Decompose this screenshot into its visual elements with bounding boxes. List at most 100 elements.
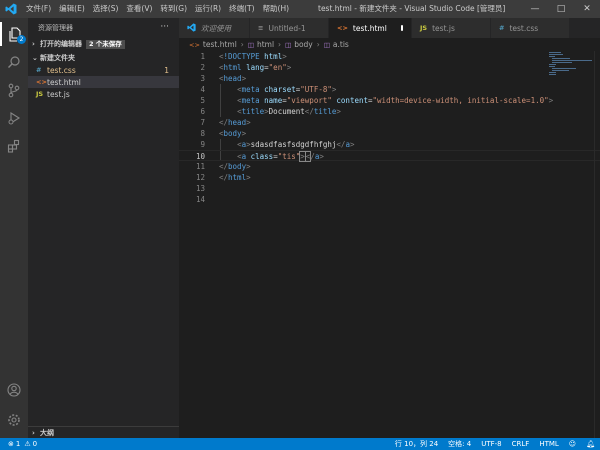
error-icon: ⊗ <box>8 440 14 448</box>
code-line[interactable]: 9 <a>sdasdfasfsdgdfhfghj</a> <box>179 139 600 150</box>
menu-file[interactable]: 文件(F) <box>22 0 55 18</box>
tab-test-html[interactable]: <> test.html <box>329 18 412 38</box>
line-code: <head> <box>219 74 247 83</box>
menu-view[interactable]: 查看(V) <box>122 0 156 18</box>
line-code: <meta charset="UTF-8"> <box>237 85 337 94</box>
minimap[interactable] <box>549 51 593 81</box>
indentation[interactable]: 空格: 4 <box>443 438 476 450</box>
code-line[interactable]: 1 <!DOCTYPE html> <box>179 51 600 62</box>
line-number: 5 <box>200 96 205 105</box>
problems-indicator[interactable]: ⊗ 1 ⚠ 0 <box>0 440 37 448</box>
outline-section[interactable]: › 大纲 <box>28 426 179 438</box>
activity-bar: 2 <box>0 18 28 438</box>
search-icon[interactable] <box>0 50 28 74</box>
warning-icon: ⚠ <box>24 440 31 448</box>
code-editor[interactable]: 1 <!DOCTYPE html> 2 <html lang="en"> 3 <head>… <box>179 51 600 438</box>
code-line[interactable]: 3 <head> <box>179 73 600 84</box>
file-name: test.html <box>47 77 81 87</box>
element-icon: ◫ <box>247 40 254 49</box>
open-editors-section[interactable]: › 打开的编辑器 2 个未保存 <box>28 38 179 50</box>
breadcrumb-file[interactable]: test.html <box>203 40 237 49</box>
css-file-icon: # <box>36 66 42 74</box>
folder-label: 新建文件夹 <box>40 54 75 62</box>
explorer-icon[interactable]: 2 <box>0 22 28 46</box>
menu-help[interactable]: 帮助(H) <box>259 0 294 18</box>
line-code: <body> <box>219 129 247 138</box>
breadcrumb-separator: › <box>240 40 244 49</box>
vertical-scrollbar[interactable] <box>594 51 600 438</box>
line-number: 13 <box>195 184 205 193</box>
code-line[interactable]: 2 <html lang="en"> <box>179 62 600 73</box>
menu-selection[interactable]: 选择(S) <box>89 0 123 18</box>
line-code: <a>sdasdfasfsdgdfhfghj</a> <box>237 140 355 149</box>
breadcrumb-body[interactable]: body <box>294 40 313 49</box>
window-controls: — □ ✕ <box>522 0 600 18</box>
code-line[interactable]: 5 <meta name="viewport" content="width=d… <box>179 95 600 106</box>
unsaved-badge: 2 个未保存 <box>86 39 125 49</box>
code-line[interactable]: 12 </html> <box>179 172 600 183</box>
code-line[interactable]: 6 <title>Document</title> <box>179 106 600 117</box>
chevron-right-icon: › <box>32 428 35 437</box>
code-line[interactable]: 7 </head> <box>179 117 600 128</box>
html-file-icon: <> <box>36 78 47 86</box>
menu-edit[interactable]: 编辑(E) <box>55 0 89 18</box>
menu-terminal[interactable]: 终端(T) <box>225 0 258 18</box>
line-number: 2 <box>200 63 205 72</box>
line-number: 12 <box>195 173 205 182</box>
close-window-button[interactable]: ✕ <box>574 0 600 18</box>
line-number: 14 <box>195 195 205 204</box>
run-debug-icon[interactable] <box>0 106 28 130</box>
html-file-icon: <> <box>189 40 200 49</box>
line-code: <!DOCTYPE html> <box>219 52 287 61</box>
notifications-bell-icon[interactable]: 🔔︎ <box>581 438 600 450</box>
line-number: 11 <box>195 162 205 171</box>
outline-label: 大纲 <box>40 428 54 437</box>
explorer-sidebar: 资源管理器 ··· › 打开的编辑器 2 个未保存 ⌄ 新建文件夹 # test… <box>28 18 179 438</box>
line-number: 7 <box>200 118 205 127</box>
tab-test-js[interactable]: JS test.js <box>412 18 491 38</box>
sidebar-title: 资源管理器 <box>38 24 73 32</box>
account-icon[interactable] <box>0 378 28 402</box>
maximize-button[interactable]: □ <box>548 0 574 18</box>
code-line[interactable]: 4 <meta charset="UTF-8"> <box>179 84 600 95</box>
tab-welcome[interactable]: 欢迎使用 <box>179 18 250 38</box>
cursor-position[interactable]: 行 10，列 24 <box>390 438 443 450</box>
line-code: </head> <box>219 118 251 127</box>
html-file-icon: <> <box>337 24 348 32</box>
element-icon: ◫ <box>323 40 330 49</box>
file-item-test-js[interactable]: JS test.js <box>28 88 179 100</box>
tab-test-css[interactable]: # test.css <box>491 18 570 38</box>
source-control-icon[interactable] <box>0 78 28 102</box>
unsaved-dot-icon[interactable] <box>400 25 403 31</box>
menu-run[interactable]: 运行(R) <box>191 0 225 18</box>
minimize-button[interactable]: — <box>522 0 548 18</box>
line-code: </html> <box>219 173 251 182</box>
menu-go[interactable]: 转到(G) <box>156 0 191 18</box>
language-mode[interactable]: HTML <box>534 438 563 450</box>
breadcrumb-a-tis[interactable]: a.tis <box>333 40 349 49</box>
js-file-icon: JS <box>420 24 428 32</box>
code-line[interactable]: 11 </body> <box>179 161 600 172</box>
line-ending[interactable]: CRLF <box>507 438 535 450</box>
code-line[interactable]: 10 <a class="tis"></a> <box>179 150 600 162</box>
settings-gear-icon[interactable] <box>0 408 28 432</box>
line-number: 8 <box>200 129 205 138</box>
code-line[interactable]: 14 <box>179 194 600 205</box>
feedback-icon[interactable]: ☺ <box>564 438 581 450</box>
extensions-icon[interactable] <box>0 134 28 158</box>
folder-section[interactable]: ⌄ 新建文件夹 <box>28 52 179 64</box>
tab-untitled-1[interactable]: ≡ Untitled-1 <box>250 18 329 38</box>
file-item-test-html[interactable]: <> test.html <box>28 76 179 88</box>
breadcrumb-html[interactable]: html <box>257 40 274 49</box>
line-code: </body> <box>219 162 251 171</box>
file-item-test-css[interactable]: # test.css 1 <box>28 64 179 76</box>
code-line[interactable]: 13 <box>179 183 600 194</box>
tab-label: test.css <box>509 23 539 33</box>
encoding[interactable]: UTF-8 <box>476 438 506 450</box>
more-actions-icon[interactable]: ··· <box>160 18 169 36</box>
tab-label: test.js <box>432 23 455 33</box>
breadcrumb-separator: › <box>278 40 282 49</box>
element-icon: ◫ <box>285 40 292 49</box>
code-line[interactable]: 8 <body> <box>179 128 600 139</box>
status-right: 行 10，列 24 空格: 4 UTF-8 CRLF HTML ☺ 🔔︎ <box>390 438 600 450</box>
